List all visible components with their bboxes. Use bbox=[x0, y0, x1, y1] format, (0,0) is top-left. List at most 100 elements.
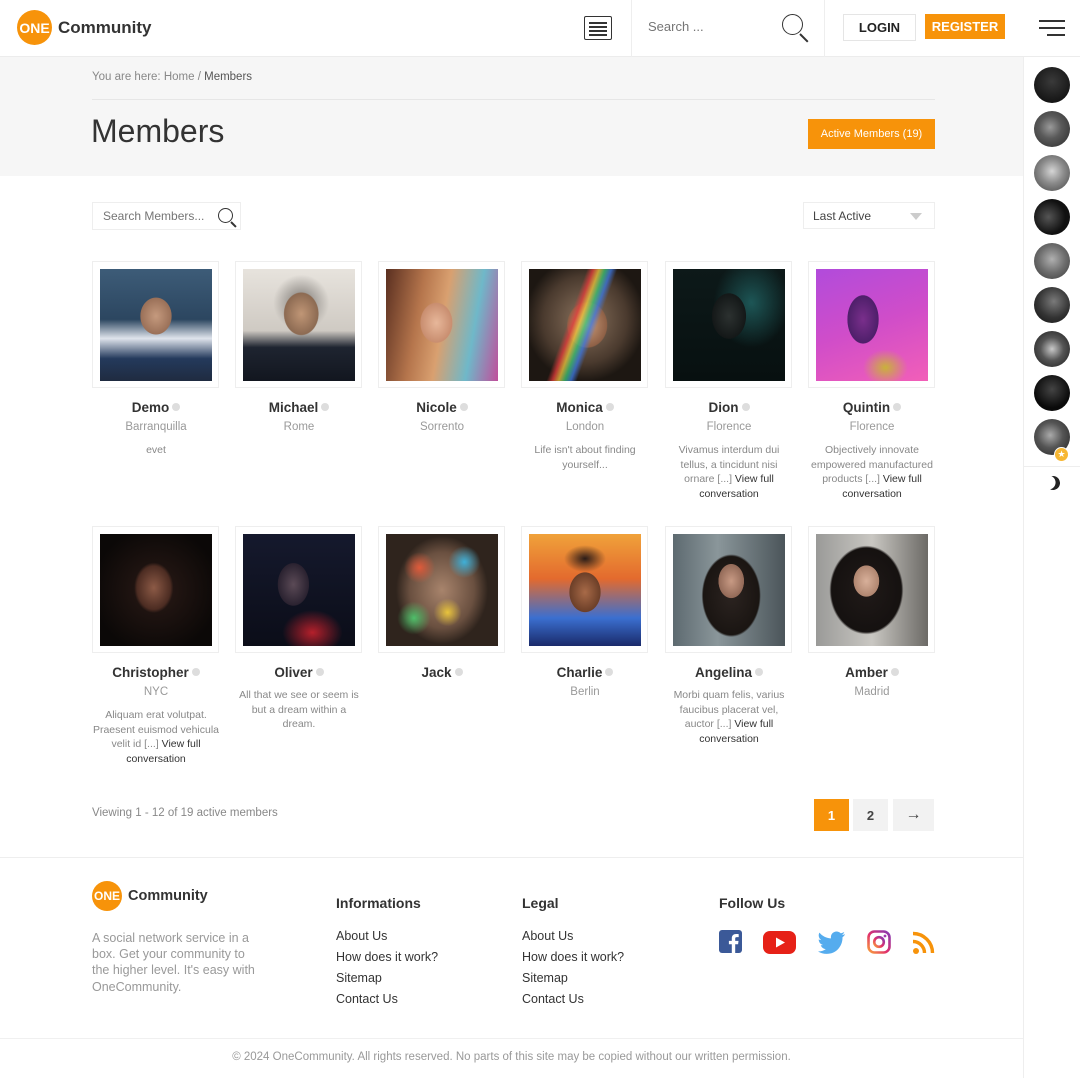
member-name[interactable]: Michael bbox=[235, 400, 363, 415]
member-name[interactable]: Amber bbox=[808, 665, 936, 680]
facebook-icon[interactable] bbox=[719, 929, 743, 955]
footer-link-sitemap[interactable]: Sitemap bbox=[336, 971, 382, 985]
member-location: Sorrento bbox=[419, 421, 465, 433]
rail-avatar[interactable] bbox=[1034, 287, 1070, 323]
page-1-button[interactable]: 1 bbox=[814, 799, 849, 831]
twitter-icon[interactable] bbox=[817, 929, 846, 955]
member-photo-frame[interactable] bbox=[378, 261, 505, 388]
member-location: Madrid bbox=[854, 686, 890, 698]
rail-avatar[interactable] bbox=[1034, 375, 1070, 411]
divider bbox=[0, 857, 1023, 858]
member-status-text: Life isn't about finding yourself... bbox=[534, 444, 636, 471]
header-divider bbox=[824, 0, 825, 57]
divider bbox=[92, 99, 935, 100]
member-status-text: Vivamus interdum dui tellus, a tincidunt… bbox=[678, 444, 780, 501]
member-photo-frame[interactable] bbox=[92, 261, 219, 388]
member-name[interactable]: Charlie bbox=[521, 665, 649, 680]
member-location: Berlin bbox=[570, 686, 600, 698]
member-photo-frame[interactable] bbox=[521, 526, 648, 653]
member-avatar bbox=[386, 534, 498, 646]
rail-avatar[interactable] bbox=[1034, 111, 1070, 147]
member-photo-frame[interactable] bbox=[665, 526, 792, 653]
sort-select[interactable]: Last Active bbox=[803, 202, 935, 229]
footer-link-how[interactable]: How does it work? bbox=[336, 950, 438, 964]
rail-avatar[interactable] bbox=[1034, 155, 1070, 191]
member-location: Barranquilla bbox=[125, 421, 187, 433]
member-location: Florence bbox=[849, 421, 895, 433]
header-search-icon[interactable] bbox=[781, 13, 811, 43]
breadcrumb-current: Members bbox=[204, 71, 253, 83]
register-button[interactable]: REGISTER bbox=[925, 14, 1005, 39]
status-dot bbox=[454, 668, 463, 676]
rail-avatar[interactable] bbox=[1034, 243, 1070, 279]
footer-link-about[interactable]: About Us bbox=[336, 929, 387, 943]
member-avatar bbox=[529, 534, 641, 646]
page-title: Members bbox=[91, 113, 225, 149]
footer-about-text: A social network service in a box. Get y… bbox=[92, 931, 255, 994]
rail-divider bbox=[1024, 466, 1080, 467]
login-button[interactable]: LOGIN bbox=[843, 14, 916, 41]
member-avatar bbox=[816, 269, 928, 381]
member-name[interactable]: Angelina bbox=[665, 665, 793, 680]
menu-icon[interactable] bbox=[1039, 20, 1065, 36]
next-page-button[interactable]: → bbox=[893, 799, 934, 831]
logo-text: Community bbox=[58, 17, 152, 37]
footer-link-contact[interactable]: Contact Us bbox=[336, 992, 398, 1006]
members-search-icon[interactable] bbox=[217, 207, 239, 229]
rss-icon[interactable] bbox=[912, 929, 936, 955]
footer-link-how[interactable]: How does it work? bbox=[522, 950, 624, 964]
member-name[interactable]: Quintin bbox=[808, 400, 936, 415]
status-dot bbox=[741, 403, 750, 411]
member-photo-frame[interactable] bbox=[235, 526, 362, 653]
member-name[interactable]: Nicole bbox=[378, 400, 506, 415]
member-photo-frame[interactable] bbox=[521, 261, 648, 388]
member-name[interactable]: Jack bbox=[378, 665, 506, 680]
members-count-text: Viewing 1 - 12 of 19 active members bbox=[92, 807, 278, 819]
footer-link-sitemap[interactable]: Sitemap bbox=[522, 971, 568, 985]
copyright-text: © 2024 OneCommunity. All rights reserved… bbox=[232, 1051, 791, 1063]
member-status-text: Aliquam erat volutpat. Praesent euismod … bbox=[92, 709, 220, 766]
member-location: NYC bbox=[143, 686, 169, 698]
member-name[interactable]: Oliver bbox=[235, 665, 363, 680]
footer-link-contact[interactable]: Contact Us bbox=[522, 992, 584, 1006]
rail-avatar[interactable] bbox=[1034, 199, 1070, 235]
member-photo-frame[interactable] bbox=[665, 261, 792, 388]
active-members-button[interactable]: Active Members (19) bbox=[808, 119, 935, 149]
breadcrumb-home-link[interactable]: Home bbox=[164, 71, 195, 83]
status-dot bbox=[172, 403, 181, 411]
member-avatar bbox=[100, 269, 212, 381]
member-avatar bbox=[673, 534, 785, 646]
youtube-icon[interactable] bbox=[763, 929, 797, 955]
footer-link-about[interactable]: About Us bbox=[522, 929, 573, 943]
star-badge-icon: ★ bbox=[1054, 447, 1069, 462]
members-search-input[interactable] bbox=[103, 209, 213, 223]
dark-mode-moon-icon[interactable] bbox=[1044, 474, 1062, 492]
status-dot bbox=[191, 668, 200, 676]
member-photo-frame[interactable] bbox=[808, 261, 935, 388]
rail-avatar[interactable] bbox=[1034, 67, 1070, 103]
divider bbox=[0, 1038, 1023, 1039]
member-photo-frame[interactable] bbox=[808, 526, 935, 653]
activity-list-icon[interactable] bbox=[584, 16, 612, 40]
header-search-input[interactable] bbox=[648, 19, 768, 34]
footer-logo[interactable]: ONE Community bbox=[92, 881, 208, 911]
rail-avatar[interactable] bbox=[1034, 331, 1070, 367]
member-name[interactable]: Monica bbox=[521, 400, 649, 415]
member-photo-frame[interactable] bbox=[92, 526, 219, 653]
member-photo-frame[interactable] bbox=[235, 261, 362, 388]
chevron-down-icon bbox=[910, 213, 922, 220]
instagram-icon[interactable] bbox=[867, 929, 891, 955]
breadcrumb: You are here: Home / Members bbox=[92, 71, 252, 83]
member-name[interactable]: Demo bbox=[92, 400, 220, 415]
member-status-text: Objectively innovate empowered manufactu… bbox=[811, 444, 933, 501]
site-logo[interactable]: ONE Community bbox=[17, 10, 152, 45]
member-photo-frame[interactable] bbox=[378, 526, 505, 653]
top-header: ONE Community LOGIN REGISTER bbox=[0, 0, 1080, 57]
member-name[interactable]: Dion bbox=[665, 400, 793, 415]
status-dot bbox=[605, 668, 614, 676]
member-location: London bbox=[565, 421, 605, 433]
member-name[interactable]: Christopher bbox=[92, 665, 220, 680]
page-2-button[interactable]: 2 bbox=[853, 799, 888, 831]
footer-informations-heading: Informations bbox=[336, 895, 421, 911]
footer-legal-heading: Legal bbox=[522, 895, 559, 911]
